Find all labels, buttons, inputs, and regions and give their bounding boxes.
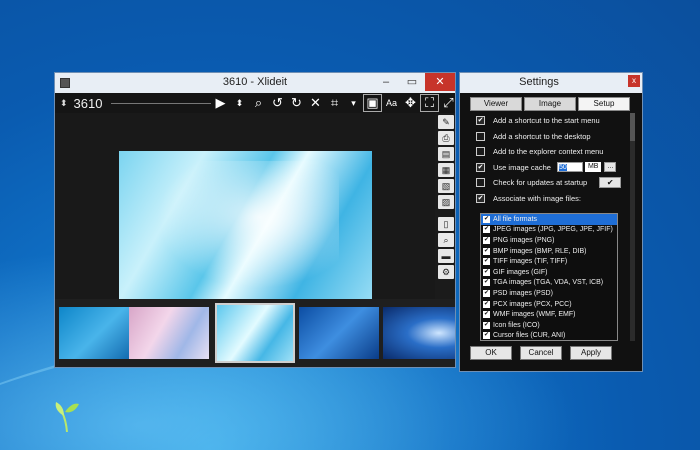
list-item[interactable]: ✔ GIF images (GIF) bbox=[481, 267, 617, 278]
close-icon[interactable]: ✕ bbox=[306, 94, 325, 112]
settings-tabs: Viewer Image Setup bbox=[470, 97, 632, 111]
option-label: Use image cache bbox=[493, 162, 551, 172]
apply-button[interactable]: Apply bbox=[570, 346, 612, 360]
ok-button[interactable]: OK bbox=[470, 346, 512, 360]
move-icon[interactable]: ✥ bbox=[401, 94, 420, 112]
folder-icon[interactable]: ▬ bbox=[438, 249, 454, 263]
option-associate: ✔ Associate with image files: bbox=[470, 191, 634, 207]
fit-icon[interactable]: ▣ bbox=[363, 94, 382, 112]
checkbox[interactable]: ✔ bbox=[476, 162, 485, 172]
tab-image[interactable]: Image bbox=[524, 97, 576, 111]
settings-icon[interactable]: ⚙ bbox=[438, 265, 454, 279]
fullscreen-icon[interactable]: ⛶ bbox=[420, 94, 439, 112]
print-icon[interactable]: ⎙ bbox=[438, 131, 454, 145]
option-label: Associate with image files: bbox=[493, 193, 581, 203]
close-button[interactable]: ✕ bbox=[425, 73, 455, 91]
option-label: Add a shortcut to the desktop bbox=[493, 131, 591, 141]
viewer-titlebar[interactable]: 3610 - Xlideit – ▭ ✕ bbox=[55, 73, 455, 93]
list-item[interactable]: ✔ WMF images (WMF, EMF) bbox=[481, 309, 617, 320]
option-context-menu: Add to the explorer context menu bbox=[470, 144, 634, 160]
thumbnail[interactable] bbox=[383, 307, 455, 359]
list-item[interactable]: ✔ TIFF images (TIF, TIFF) bbox=[481, 256, 617, 267]
settings-scrollbar[interactable] bbox=[630, 113, 635, 341]
search-icon[interactable]: ⌕ bbox=[249, 94, 268, 112]
list-item[interactable]: ✔ JPEG images (JPG, JPEG, JPE, JFIF) bbox=[481, 225, 617, 236]
text-icon[interactable]: Aa bbox=[382, 94, 401, 112]
list-item[interactable]: ✔ PNG images (PNG) bbox=[481, 235, 617, 246]
page-icon[interactable]: ▯ bbox=[438, 217, 454, 231]
checkbox[interactable]: ✔ bbox=[476, 193, 485, 203]
list-item[interactable]: ✔ All file formats bbox=[481, 214, 617, 225]
settings-close-button[interactable]: x bbox=[628, 75, 640, 87]
settings-window: Settings x Viewer Image Setup ✔ Add a sh… bbox=[459, 72, 643, 372]
list-item[interactable]: ✔ BMP images (BMP, RLE, DIB) bbox=[481, 246, 617, 257]
position-slider[interactable] bbox=[111, 103, 211, 104]
list-item[interactable]: ✔ PCX images (PCX, PCC) bbox=[481, 299, 617, 310]
side-toolbar: ✎ ⎙ ▤ ▦ ▧ ▨ ▯ ⌕ ▬ ⚙ bbox=[435, 113, 457, 281]
option-desktop: Add a shortcut to the desktop bbox=[470, 129, 634, 145]
crop-icon[interactable]: ⌗ bbox=[325, 94, 344, 112]
image-icon[interactable]: ▧ bbox=[438, 179, 454, 193]
slideshow-icon[interactable]: ▦ bbox=[438, 163, 454, 177]
viewer-window: 3610 - Xlideit – ▭ ✕ ⬍ 3610 ▶ ⬍ ⌕ ↺ ↻ ✕ … bbox=[54, 72, 456, 368]
browse-icon[interactable]: ▨ bbox=[438, 195, 454, 209]
checkbox[interactable] bbox=[476, 147, 485, 157]
list-item[interactable]: ✔ TGA images (TGA, VDA, VST, ICB) bbox=[481, 278, 617, 289]
cancel-button[interactable]: Cancel bbox=[520, 346, 562, 360]
checkbox[interactable]: ✔ bbox=[476, 116, 485, 126]
option-check-updates: Check for updates at startup ✔ bbox=[470, 175, 634, 191]
restore-icon[interactable]: ⤢ bbox=[439, 94, 458, 112]
zoom-icon[interactable]: ⌕ bbox=[438, 233, 454, 247]
cache-more-button[interactable]: ... bbox=[604, 162, 617, 173]
image-stage bbox=[55, 113, 441, 319]
cache-size-input[interactable]: 50 bbox=[556, 162, 583, 173]
option-image-cache: ✔ Use image cache 50 MB ... bbox=[470, 160, 634, 176]
filmstrip bbox=[55, 299, 455, 367]
checkbox[interactable] bbox=[476, 178, 485, 188]
settings-titlebar[interactable]: Settings x bbox=[460, 73, 642, 93]
plant-icon bbox=[55, 402, 79, 432]
check-updates-button[interactable]: ✔ bbox=[599, 177, 622, 189]
thumbnail[interactable] bbox=[299, 307, 379, 359]
tab-setup[interactable]: Setup bbox=[578, 97, 630, 111]
rotate-right-icon[interactable]: ↻ bbox=[287, 94, 306, 112]
edit-icon[interactable]: ✎ bbox=[438, 115, 454, 129]
main-image bbox=[119, 151, 372, 313]
thumbnail[interactable] bbox=[129, 307, 209, 359]
rotate-left-icon[interactable]: ↺ bbox=[268, 94, 287, 112]
tab-viewer[interactable]: Viewer bbox=[470, 97, 522, 111]
dropdown-icon[interactable]: ▾ bbox=[344, 94, 363, 112]
image-number: 3610 bbox=[73, 95, 103, 111]
option-label: Add to the explorer context menu bbox=[493, 147, 604, 157]
list-item[interactable]: ✔ PSD images (PSD) bbox=[481, 288, 617, 299]
viewer-toolbar: ⬍ 3610 ▶ ⬍ ⌕ ↺ ↻ ✕ ⌗ ▾ ▣ Aa ✥ ⛶ ⤢ bbox=[55, 93, 455, 113]
updown-arrows-icon[interactable]: ⬍ bbox=[230, 94, 249, 112]
maximize-button[interactable]: ▭ bbox=[399, 73, 425, 91]
file-format-list[interactable]: ✔ All file formats ✔ JPEG images (JPG, JPE… bbox=[480, 213, 618, 341]
checkbox[interactable] bbox=[476, 131, 485, 141]
updown-arrows-icon[interactable]: ⬍ bbox=[60, 98, 68, 109]
list-item[interactable]: ✔ Cursor files (CUR, ANI) bbox=[481, 331, 617, 340]
save-icon[interactable]: ▤ bbox=[438, 147, 454, 161]
settings-title: Settings bbox=[519, 76, 559, 88]
option-label: Check for updates at startup bbox=[493, 178, 588, 188]
cache-unit: MB bbox=[584, 162, 602, 173]
play-icon[interactable]: ▶ bbox=[211, 94, 230, 112]
option-label: Add a shortcut to the start menu bbox=[493, 116, 600, 126]
scrollbar-thumb[interactable] bbox=[630, 113, 635, 141]
thumbnail[interactable] bbox=[59, 307, 139, 359]
list-item[interactable]: ✔ Icon files (ICO) bbox=[481, 320, 617, 331]
thumbnail-selected[interactable] bbox=[215, 303, 295, 363]
option-start-menu: ✔ Add a shortcut to the start menu bbox=[470, 113, 634, 129]
minimize-button[interactable]: – bbox=[373, 73, 399, 91]
